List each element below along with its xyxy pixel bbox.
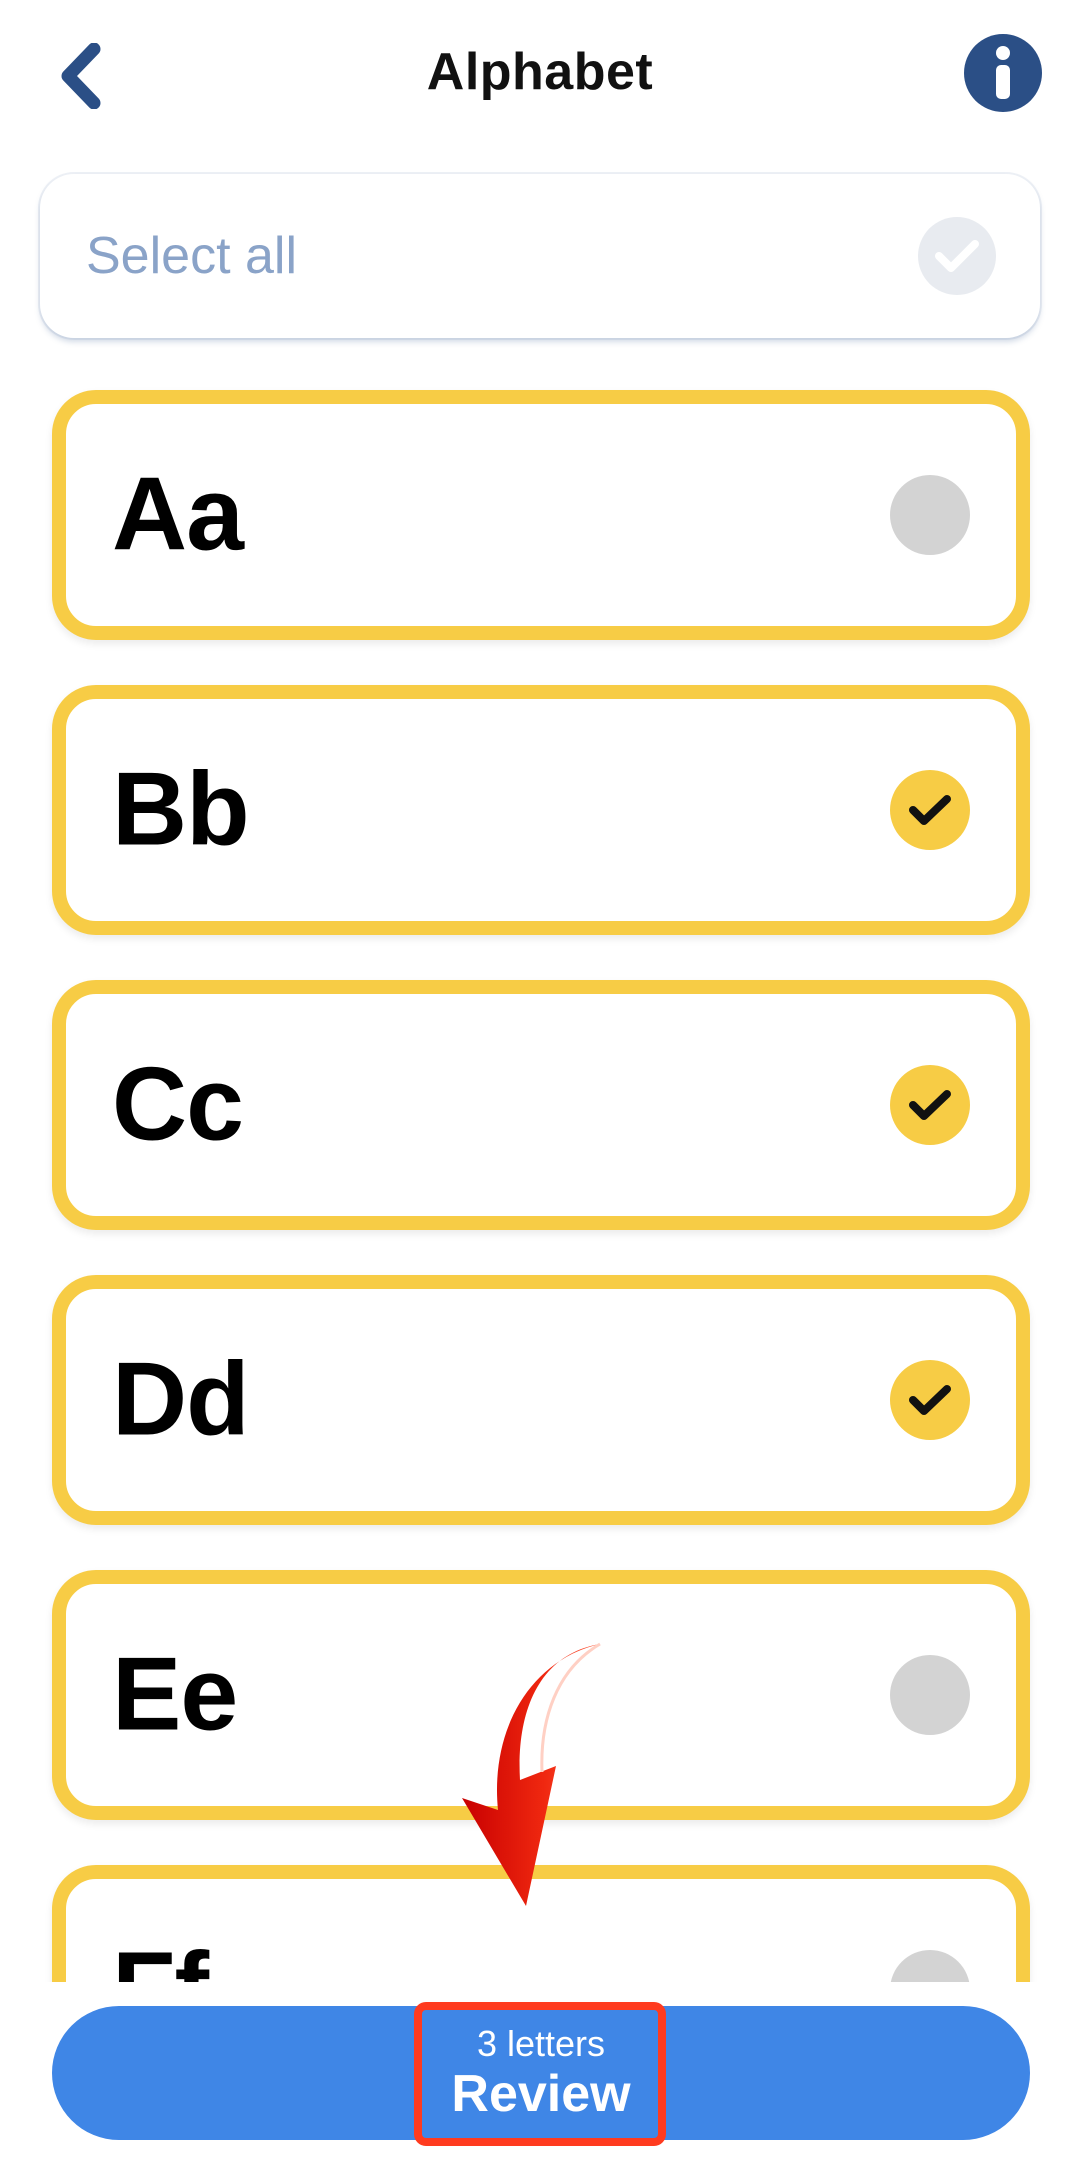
select-all-row[interactable]: Select all: [40, 174, 1040, 338]
select-all-checkbox[interactable]: [918, 217, 996, 295]
letter-radio[interactable]: [890, 475, 970, 555]
checkmark-icon: [909, 795, 951, 825]
letter-label: Ee: [112, 1636, 238, 1753]
info-button[interactable]: [964, 34, 1042, 112]
review-button[interactable]: 3 letters Review: [52, 2006, 1030, 2140]
letter-radio[interactable]: [890, 1360, 970, 1440]
letter-label: Dd: [112, 1341, 250, 1458]
arrow-down-icon: [462, 1642, 601, 1906]
letter-card-aa[interactable]: Aa: [52, 390, 1030, 640]
review-label: Review: [451, 2065, 631, 2123]
checkmark-icon: [909, 1385, 951, 1415]
letter-label: Aa: [112, 456, 244, 573]
info-icon: [996, 46, 1010, 99]
letter-label: Bb: [112, 751, 250, 868]
letter-radio[interactable]: [890, 770, 970, 850]
app-header: Alphabet: [0, 0, 1080, 160]
letter-radio[interactable]: [890, 1065, 970, 1145]
letter-card-dd[interactable]: Dd: [52, 1275, 1030, 1525]
letter-card-cc[interactable]: Cc: [52, 980, 1030, 1230]
letter-card-bb[interactable]: Bb: [52, 685, 1030, 935]
letter-label: Ff: [112, 1931, 209, 1983]
letter-label: Cc: [112, 1046, 244, 1163]
page-title: Alphabet: [426, 43, 654, 101]
select-all-label: Select all: [86, 227, 297, 285]
checkmark-icon: [909, 1090, 951, 1120]
checkmark-icon: [935, 240, 979, 272]
letter-radio[interactable]: [890, 1655, 970, 1735]
letter-radio[interactable]: [890, 1950, 970, 1982]
review-count-text: 3 letters: [476, 2023, 606, 2064]
